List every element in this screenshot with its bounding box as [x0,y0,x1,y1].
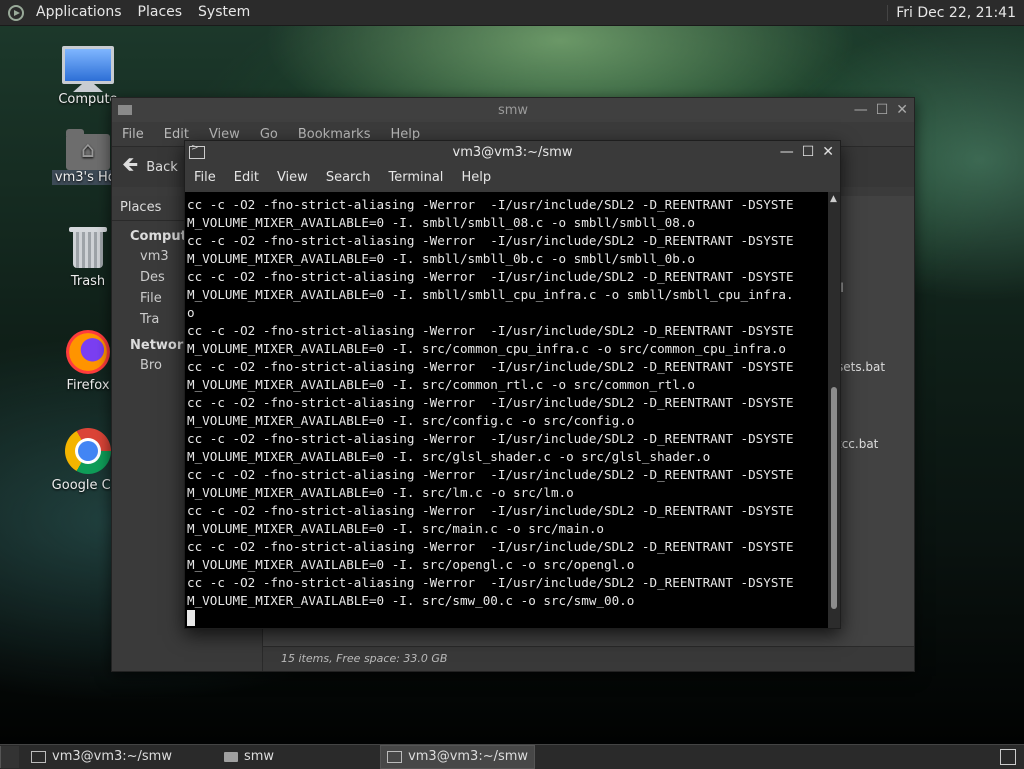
file-item[interactable]: sets.bat [837,360,885,374]
terminal-line: M_VOLUME_MIXER_AVAILABLE=0 -I. src/openg… [187,557,635,572]
terminal-line: o [187,305,195,320]
panel-clock[interactable]: Fri Dec 22, 21:41 [887,4,1024,21]
terminal-menubar: File Edit View Search Terminal Help [185,163,840,191]
terminal-icon [387,751,403,763]
taskbar: vm3@vm3:~/smw smw vm3@vm3:~/smw [0,744,1024,769]
fm-titlebar[interactable]: smw — ☐ ✕ [112,98,914,122]
fm-menu-file[interactable]: File [112,127,154,142]
maximize-icon[interactable]: ☐ [802,144,815,160]
close-icon[interactable]: ✕ [822,144,834,160]
term-menu-search[interactable]: Search [317,170,380,185]
terminal-line: cc -c -O2 -fno-strict-aliasing -Werror -… [187,323,794,338]
terminal-scrollbar[interactable]: ▲ [828,192,840,628]
term-menu-edit[interactable]: Edit [225,170,268,185]
terminal-line: cc -c -O2 -fno-strict-aliasing -Werror -… [187,197,794,212]
terminal-cursor [187,610,195,626]
terminal-line: cc -c -O2 -fno-strict-aliasing -Werror -… [187,503,794,518]
terminal-line: M_VOLUME_MIXER_AVAILABLE=0 -I. src/main.… [187,521,605,536]
top-panel: Applications Places System Fri Dec 22, 2… [0,0,1024,26]
terminal-line: cc -c -O2 -fno-strict-aliasing -Werror -… [187,539,794,554]
fm-title: smw [497,102,529,118]
menu-places[interactable]: Places [130,0,191,25]
terminal-line: M_VOLUME_MIXER_AVAILABLE=0 -I. src/commo… [187,341,786,356]
maximize-icon[interactable]: ☐ [876,102,889,118]
minimize-icon[interactable]: — [854,102,868,118]
terminal-line: cc -c -O2 -fno-strict-aliasing -Werror -… [187,467,794,482]
taskbar-item-smw[interactable]: smw [218,746,280,768]
taskbar-item-terminal-1[interactable]: vm3@vm3:~/smw [25,746,178,768]
computer-stand [73,84,103,92]
scroll-up-icon[interactable]: ▲ [830,194,837,204]
folder-icon [223,752,238,762]
chrome-icon [65,428,111,474]
desktop-icon-label: Trash [70,274,106,289]
terminal-window[interactable]: vm3@vm3:~/smw — ☐ ✕ File Edit View Searc… [184,140,841,629]
terminal-line: M_VOLUME_MIXER_AVAILABLE=0 -I. src/commo… [187,377,695,392]
terminal-output[interactable]: cc -c -O2 -fno-strict-aliasing -Werror -… [185,192,828,628]
applications-logo-icon[interactable] [8,4,24,21]
taskbar-item-label: smw [243,749,275,764]
home-folder-icon [66,129,110,170]
fm-window-buttons: — ☐ ✕ [854,102,914,118]
minimize-icon[interactable]: — [780,144,794,160]
terminal-window-buttons: — ☐ ✕ [780,144,840,160]
menu-applications[interactable]: Applications [28,0,130,25]
show-desktop-button[interactable] [0,746,19,768]
terminal-icon [31,751,46,763]
back-arrow-icon[interactable]: 🡸 [122,150,138,184]
taskbar-item-terminal-2[interactable]: vm3@vm3:~/smw [380,745,536,769]
terminal-line: M_VOLUME_MIXER_AVAILABLE=0 -I. smbll/smb… [187,287,794,302]
desktop-icon-label: Firefox [66,378,110,393]
terminal-line: M_VOLUME_MIXER_AVAILABLE=0 -I. src/glsl_… [187,449,711,464]
back-button[interactable]: Back [146,160,178,175]
term-menu-terminal[interactable]: Terminal [379,170,452,185]
terminal-title: vm3@vm3:~/smw [452,144,573,160]
terminal-line: cc -c -O2 -fno-strict-aliasing -Werror -… [187,431,794,446]
workspace-switcher-icon[interactable] [1000,749,1016,765]
menu-system[interactable]: System [190,0,258,25]
term-menu-file[interactable]: File [185,170,225,185]
terminal-line: M_VOLUME_MIXER_AVAILABLE=0 -I. src/confi… [187,413,635,428]
term-menu-view[interactable]: View [268,170,317,185]
term-menu-help[interactable]: Help [452,170,500,185]
terminal-line: M_VOLUME_MIXER_AVAILABLE=0 -I. smbll/smb… [187,251,695,266]
terminal-line: cc -c -O2 -fno-strict-aliasing -Werror -… [187,575,794,590]
terminal-line: cc -c -O2 -fno-strict-aliasing -Werror -… [187,359,794,374]
terminal-line: M_VOLUME_MIXER_AVAILABLE=0 -I. src/smw_0… [187,593,635,608]
file-item[interactable]: tcc.bat [837,437,878,451]
terminal-titlebar[interactable]: vm3@vm3:~/smw — ☐ ✕ [185,141,840,163]
taskbar-item-label: vm3@vm3:~/smw [52,749,172,764]
trash-icon [69,227,107,268]
terminal-line: M_VOLUME_MIXER_AVAILABLE=0 -I. src/lm.c … [187,485,574,500]
terminal-line: cc -c -O2 -fno-strict-aliasing -Werror -… [187,395,794,410]
computer-icon [62,46,114,84]
taskbar-item-label: vm3@vm3:~/smw [408,749,529,764]
terminal-line: M_VOLUME_MIXER_AVAILABLE=0 -I. smbll/smb… [187,215,695,230]
terminal-line: cc -c -O2 -fno-strict-aliasing -Werror -… [187,269,794,284]
close-icon[interactable]: ✕ [896,102,908,118]
scrollbar-thumb[interactable] [831,387,837,609]
firefox-icon [66,330,110,374]
terminal-line: cc -c -O2 -fno-strict-aliasing -Werror -… [187,233,794,248]
terminal-text: cc -c -O2 -fno-strict-aliasing -Werror -… [185,192,828,628]
fm-statusbar: 15 items, Free space: 33.0 GB [263,646,914,671]
